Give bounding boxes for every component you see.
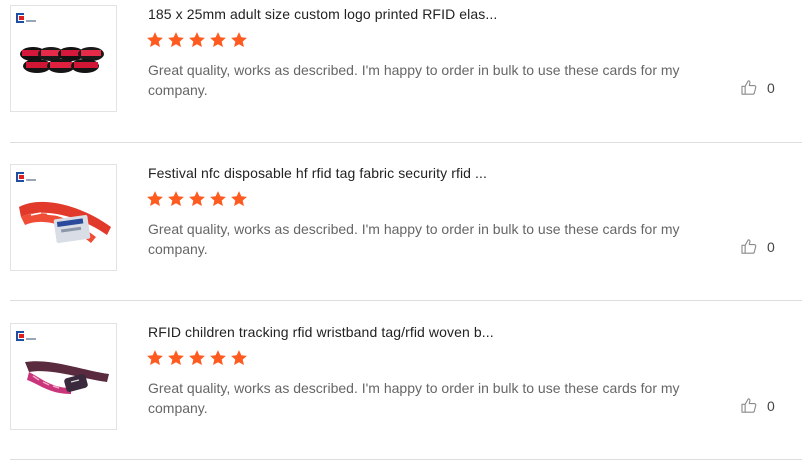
brand-logo-icon bbox=[16, 331, 36, 341]
helpful-count: 0 bbox=[767, 397, 775, 414]
star-icon bbox=[168, 350, 184, 366]
star-icon bbox=[210, 191, 226, 207]
star-rating bbox=[146, 190, 248, 208]
star-rating bbox=[146, 349, 248, 367]
helpful-count: 0 bbox=[767, 238, 775, 255]
divider bbox=[10, 459, 802, 460]
thumbs-up-icon bbox=[741, 80, 757, 95]
star-icon bbox=[189, 350, 205, 366]
star-icon bbox=[147, 350, 163, 366]
star-icon bbox=[210, 32, 226, 48]
star-icon bbox=[147, 191, 163, 207]
star-icon bbox=[231, 191, 247, 207]
review-item: RFID children tracking rfid wristband ta… bbox=[0, 318, 812, 476]
thumbs-up-icon bbox=[741, 239, 757, 254]
divider bbox=[10, 142, 802, 143]
helpful-button[interactable]: 0 bbox=[740, 396, 775, 415]
star-icon bbox=[168, 191, 184, 207]
thumbs-up-icon bbox=[741, 398, 757, 413]
star-rating bbox=[146, 31, 248, 49]
review-comment: Great quality, works as described. I'm h… bbox=[148, 221, 680, 257]
star-icon bbox=[189, 32, 205, 48]
review-comment: Great quality, works as described. I'm h… bbox=[148, 62, 680, 98]
star-icon bbox=[231, 350, 247, 366]
star-icon bbox=[231, 32, 247, 48]
divider bbox=[10, 300, 802, 301]
star-icon bbox=[189, 191, 205, 207]
helpful-count: 0 bbox=[767, 79, 775, 96]
review-item: 185 x 25mm adult size custom logo printe… bbox=[0, 0, 812, 158]
star-icon bbox=[168, 32, 184, 48]
star-icon bbox=[210, 350, 226, 366]
brand-logo-icon bbox=[16, 172, 36, 182]
helpful-button[interactable]: 0 bbox=[740, 237, 775, 256]
product-title[interactable]: Festival nfc disposable hf rfid tag fabr… bbox=[148, 165, 487, 181]
product-thumbnail[interactable] bbox=[10, 323, 117, 430]
helpful-button[interactable]: 0 bbox=[740, 78, 775, 97]
product-thumbnail[interactable] bbox=[10, 5, 117, 112]
product-thumbnail[interactable] bbox=[10, 164, 117, 271]
product-title[interactable]: 185 x 25mm adult size custom logo printe… bbox=[148, 6, 497, 22]
review-comment: Great quality, works as described. I'm h… bbox=[148, 380, 680, 416]
product-title[interactable]: RFID children tracking rfid wristband ta… bbox=[148, 324, 494, 340]
review-item: Festival nfc disposable hf rfid tag fabr… bbox=[0, 159, 812, 317]
brand-logo-icon bbox=[16, 13, 36, 23]
star-icon bbox=[147, 32, 163, 48]
